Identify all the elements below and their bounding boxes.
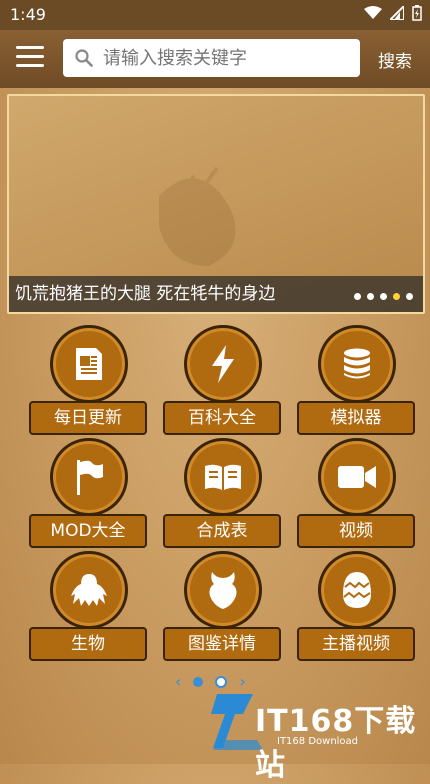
tile-circle [318, 325, 396, 403]
tile-label: MOD大全 [29, 514, 147, 548]
tile-label: 图鉴详情 [163, 627, 281, 661]
tile-circle [318, 438, 396, 516]
page-dot-active[interactable] [193, 676, 204, 687]
watermark: IT168下载站 IT168 Download [207, 690, 427, 783]
tile-circle [50, 438, 128, 516]
signal-icon [390, 6, 404, 20]
tile-label: 合成表 [163, 514, 281, 548]
chevron-left-icon[interactable]: ‹ [175, 672, 181, 691]
status-bar: 1:49 [0, 0, 430, 30]
tile-video[interactable]: 视频 [297, 438, 415, 548]
tile-simulator[interactable]: 模拟器 [297, 325, 415, 435]
banner-indicator [354, 293, 413, 300]
banner-dot[interactable] [406, 293, 413, 300]
banner-dot[interactable] [380, 293, 387, 300]
page-dot[interactable] [215, 675, 228, 688]
battery-icon [412, 5, 422, 21]
search-input[interactable] [101, 46, 345, 70]
banner-carousel[interactable]: 饥荒抱猪王的大腿 死在牦牛的身边 [7, 94, 425, 314]
status-time: 1:49 [10, 5, 46, 24]
flag-icon [77, 460, 103, 495]
tile-label: 每日更新 [29, 401, 147, 435]
chevron-right-icon[interactable]: › [239, 672, 245, 691]
book-icon [205, 464, 241, 490]
banner-dot-active[interactable] [393, 293, 400, 300]
banner-dot[interactable] [354, 293, 361, 300]
top-bar: 搜索 [0, 30, 430, 88]
video-camera-icon [338, 466, 376, 488]
tile-label: 视频 [297, 514, 415, 548]
grid-pager: ‹ › [175, 672, 246, 691]
tile-creatures[interactable]: 生物 [29, 551, 147, 661]
tile-circle [184, 438, 262, 516]
search-button[interactable]: 搜索 [378, 47, 412, 72]
lightning-icon [212, 345, 234, 383]
document-icon [76, 348, 102, 380]
menu-button[interactable] [16, 46, 44, 70]
tile-circle [50, 551, 128, 629]
egg-icon [343, 572, 371, 608]
creature-icon [71, 574, 107, 606]
tile-circle [184, 325, 262, 403]
tile-circle [184, 551, 262, 629]
tile-catalog[interactable]: 图鉴详情 [163, 551, 281, 661]
tile-encyclopedia[interactable]: 百科大全 [163, 325, 281, 435]
tile-label: 模拟器 [297, 401, 415, 435]
tile-circle [50, 325, 128, 403]
tile-label: 生物 [29, 627, 147, 661]
tile-daily-update[interactable]: 每日更新 [29, 325, 147, 435]
tile-circle [318, 551, 396, 629]
tile-mod[interactable]: MOD大全 [29, 438, 147, 548]
wifi-icon [364, 6, 382, 19]
tile-label: 百科大全 [163, 401, 281, 435]
beast-head-icon [209, 572, 237, 609]
tile-crafting[interactable]: 合成表 [163, 438, 281, 548]
tile-label: 主播视频 [297, 627, 415, 661]
watermark-subtext: IT168 Download [277, 736, 359, 747]
database-icon [344, 348, 370, 379]
search-box [63, 39, 360, 77]
search-icon [75, 49, 93, 67]
banner-dot[interactable] [367, 293, 374, 300]
tile-streamer-video[interactable]: 主播视频 [297, 551, 415, 661]
status-icons [364, 5, 422, 21]
